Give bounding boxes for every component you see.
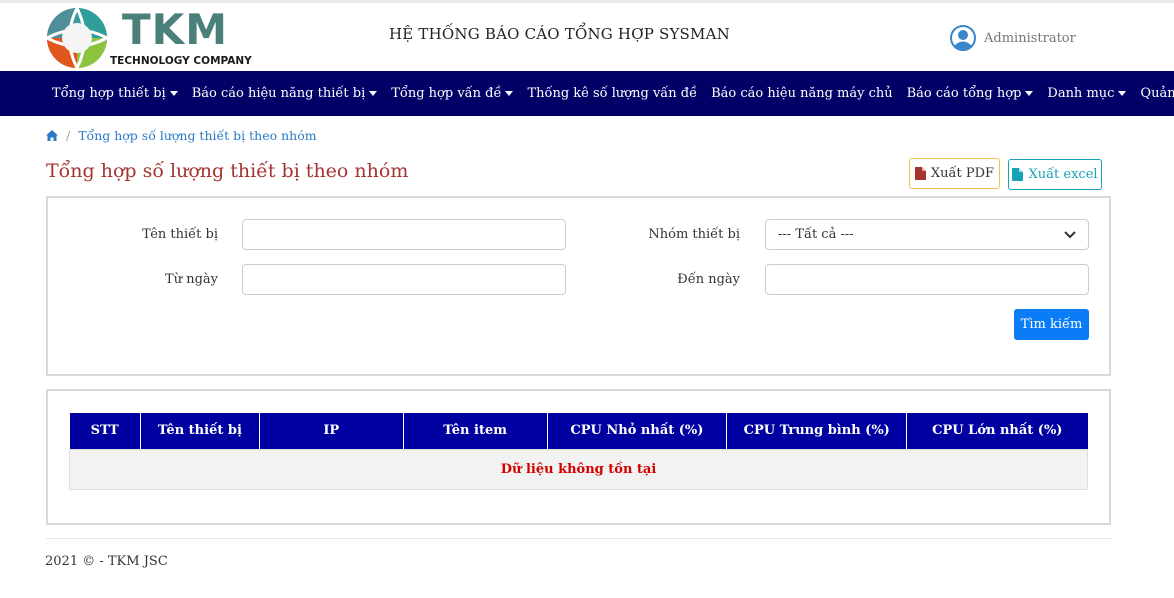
export-excel-label: Xuất excel [1028,167,1098,182]
system-title: HỆ THỐNG BÁO CÁO TỔNG HỢP SYSMAN [389,25,730,43]
to-date-label: Đến ngày [677,272,740,287]
logo-globe-icon [47,8,107,68]
user-name: Administrator [984,30,1076,46]
caret-down-icon [1118,91,1127,96]
empty-message: Dữ liệu không tồn tại [69,448,1088,490]
nav-bao-cao-hieu-nang-thiet-bi[interactable]: Báo cáo hiệu năng thiết bị [185,86,385,101]
column-header-item-name[interactable]: Tên item [402,413,548,449]
nav-label: Báo cáo hiệu năng máy chủ [711,86,893,101]
breadcrumb-current[interactable]: Tổng hợp số lượng thiết bị theo nhóm [78,128,316,143]
chevron-down-icon [1064,230,1076,238]
nav-danh-muc[interactable]: Danh mục [1040,86,1133,101]
export-pdf-label: Xuất PDF [930,166,995,181]
caret-down-icon [369,91,378,96]
logo-subtext: TECHNOLOGY COMPANY [110,55,252,67]
column-header-cpu-min[interactable]: CPU Nhỏ nhất (%) [546,413,727,449]
file-pdf-icon [914,167,926,180]
device-group-selected: --- Tất cả --- [778,227,854,242]
column-header-ip[interactable]: IP [258,413,404,449]
column-header-cpu-avg[interactable]: CPU Trung bình (%) [726,413,907,449]
nav-thong-ke-so-luong-van-de[interactable]: Thống kê số lượng vấn đề [520,86,704,101]
caret-down-icon [1025,91,1034,96]
breadcrumb-separator: / [66,128,71,143]
nav-label: Quản trị [1140,86,1174,101]
nav-tong-hop-thiet-bi[interactable]: Tổng hợp thiết bị [45,86,185,101]
company-logo[interactable]: TKM TECHNOLOGY COMPANY [44,4,254,70]
device-name-label: Tên thiết bị [142,227,218,242]
page-title: Tổng hợp số lượng thiết bị theo nhóm [46,160,409,182]
header: TKM TECHNOLOGY COMPANY HỆ THỐNG BÁO CÁO … [0,3,1174,71]
nav-quan-tri[interactable]: Quản trị [1133,86,1174,101]
device-group-label: Nhóm thiết bị [648,227,740,242]
results-panel: STT Tên thiết bị IP Tên item CPU Nhỏ nhấ… [46,389,1111,525]
user-menu[interactable]: Administrator [950,25,1076,51]
filter-panel: Tên thiết bị Nhóm thiết bị --- Tất cả --… [46,196,1111,376]
column-header-stt[interactable]: STT [69,413,141,449]
search-button[interactable]: Tìm kiếm [1014,309,1089,340]
nav-label: Báo cáo tổng hợp [906,86,1022,101]
nav-label: Tổng hợp vấn đề [391,86,502,101]
user-avatar-icon [950,25,976,51]
nav-label: Báo cáo hiệu năng thiết bị [191,86,366,101]
results-table: STT Tên thiết bị IP Tên item CPU Nhỏ nhấ… [69,413,1088,490]
device-group-select[interactable]: --- Tất cả --- [765,219,1089,250]
caret-down-icon [505,91,514,96]
device-name-input[interactable] [242,219,566,250]
nav-bao-cao-tong-hop[interactable]: Báo cáo tổng hợp [900,86,1041,101]
nav-tong-hop-van-de[interactable]: Tổng hợp vấn đề [384,86,520,101]
file-excel-icon [1012,168,1024,181]
footer-divider [46,538,1111,539]
main-navigation: Tổng hợp thiết bị Báo cáo hiệu năng thiế… [0,71,1174,116]
export-excel-button[interactable]: Xuất excel [1008,159,1102,190]
logo-text: TKM [122,5,228,54]
nav-label: Tổng hợp thiết bị [52,86,166,101]
home-icon[interactable] [46,130,58,141]
caret-down-icon [169,91,178,96]
table-header-row: STT Tên thiết bị IP Tên item CPU Nhỏ nhấ… [69,413,1088,449]
table-row: Dữ liệu không tồn tại [69,448,1088,490]
from-date-label: Từ ngày [165,272,218,287]
nav-label: Thống kê số lượng vấn đề [527,86,698,101]
from-date-input[interactable] [242,264,566,295]
nav-label: Danh mục [1047,86,1115,101]
footer-text: 2021 © - TKM JSC [45,554,168,569]
column-header-cpu-max[interactable]: CPU Lớn nhất (%) [906,413,1088,449]
nav-bao-cao-hieu-nang-may-chu[interactable]: Báo cáo hiệu năng máy chủ [704,86,900,101]
to-date-input[interactable] [765,264,1089,295]
column-header-device-name[interactable]: Tên thiết bị [139,413,260,449]
export-pdf-button[interactable]: Xuất PDF [909,158,1000,189]
breadcrumb: / Tổng hợp số lượng thiết bị theo nhóm [46,128,317,143]
